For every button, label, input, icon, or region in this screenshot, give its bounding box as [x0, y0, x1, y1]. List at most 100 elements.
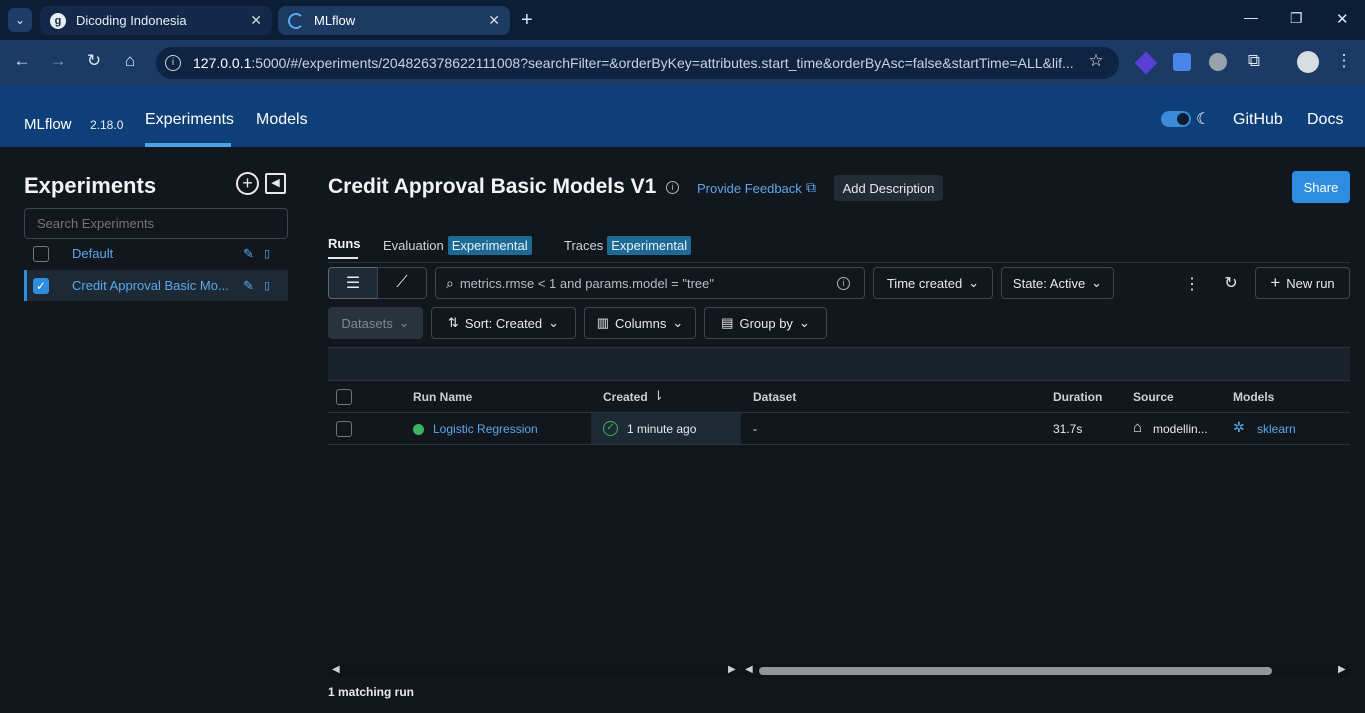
site-info-icon[interactable]: i	[165, 55, 181, 71]
runs-search-input[interactable]: metrics.rmse < 1 and params.model = "tre…	[460, 276, 831, 291]
forward-arrow-icon[interactable]: →	[46, 51, 70, 71]
tab-title: MLflow	[314, 13, 356, 28]
list-icon: ☰	[345, 275, 361, 292]
info-icon[interactable]: i	[837, 276, 850, 290]
bookmark-star-icon[interactable]: ☆	[1084, 51, 1108, 71]
dropdown-label: Sort: Created	[464, 315, 543, 331]
nav-models[interactable]: Models	[256, 111, 308, 129]
edit-pencil-icon[interactable]: ✎	[243, 278, 254, 294]
column-header-duration[interactable]: Duration	[1053, 390, 1102, 404]
tab-evaluation[interactable]: Evaluation Experimental	[383, 236, 532, 255]
plus-icon: +	[1270, 273, 1281, 292]
delete-icon[interactable]: ▯	[264, 247, 270, 260]
collapse-sidebar-icon[interactable]: ◀	[265, 173, 286, 194]
column-header-run-name[interactable]: Run Name	[413, 390, 472, 404]
horizontal-scrollbar-left[interactable]: ◀ ▶	[328, 664, 740, 678]
model-link[interactable]: sklearn	[1257, 422, 1296, 436]
run-name-link[interactable]: Logistic Regression	[433, 422, 538, 436]
search-experiments-input[interactable]	[24, 208, 288, 239]
dark-mode-toggle[interactable]	[1161, 111, 1191, 127]
new-run-button[interactable]: + New run	[1255, 267, 1350, 299]
column-header-source[interactable]: Source	[1133, 390, 1174, 404]
dicoding-favicon-icon: g	[50, 12, 66, 29]
profile-avatar[interactable]	[1297, 51, 1319, 73]
reload-icon[interactable]: ↻	[82, 51, 106, 71]
experiment-checkbox[interactable]: ✓	[33, 277, 49, 294]
window-close-button[interactable]: ✕	[1336, 10, 1349, 28]
address-bar[interactable]: i 127.0.0.1:5000/#/experiments/204826378…	[156, 47, 1119, 79]
horizontal-scrollbar-right[interactable]: ◀ ▶	[742, 664, 1350, 678]
dropdown-label: State: Active	[1012, 275, 1086, 291]
more-options-icon[interactable]: ⋮	[1184, 274, 1200, 294]
mlflow-header: MLflow 2.18.0 Experiments Models ☾ GitHu…	[0, 86, 1365, 147]
experiment-name[interactable]: Default	[72, 246, 243, 261]
chevron-down-icon: ⌄	[1091, 275, 1103, 290]
state-filter-dropdown[interactable]: State: Active ⌄	[1001, 267, 1114, 299]
create-experiment-icon[interactable]: +	[236, 172, 259, 195]
scroll-right-icon[interactable]: ▶	[728, 664, 736, 675]
tab-traces[interactable]: Traces Experimental	[564, 236, 692, 255]
new-tab-button[interactable]: +	[521, 9, 533, 32]
url-host: 127.0.0.1	[193, 55, 252, 71]
scrollbar-thumb[interactable]	[759, 667, 1272, 675]
experiment-checkbox[interactable]	[33, 245, 49, 262]
delete-icon[interactable]: ▯	[264, 279, 270, 292]
provide-feedback-link[interactable]: Provide Feedback	[697, 181, 802, 196]
menu-kebab-icon[interactable]: ⋮	[1332, 51, 1356, 71]
row-checkbox[interactable]	[336, 421, 352, 437]
docs-link[interactable]: Docs	[1307, 111, 1343, 129]
tab-search-button[interactable]: ⌄	[8, 8, 32, 32]
extensions-puzzle-icon[interactable]: ⧉	[1242, 51, 1266, 71]
table-view-button[interactable]: ☰	[328, 267, 378, 299]
column-header-created[interactable]: Created	[603, 390, 648, 404]
group-by-dropdown[interactable]: ▤ Group by ⌄	[704, 307, 827, 339]
chevron-down-icon: ⌄	[672, 315, 684, 330]
columns-dropdown[interactable]: ▥ Columns ⌄	[584, 307, 696, 339]
translate-extension-icon[interactable]	[1173, 53, 1191, 71]
experiment-item-credit-approval[interactable]: ✓ Credit Approval Basic Mo... ✎ ▯	[24, 270, 288, 301]
tab-runs[interactable]: Runs	[328, 236, 361, 251]
home-icon[interactable]: ⌂	[118, 51, 142, 71]
time-created-dropdown[interactable]: Time created ⌄	[873, 267, 993, 299]
extension-icon[interactable]	[1209, 53, 1227, 71]
chart-view-button[interactable]: ⟋	[377, 267, 427, 299]
sort-desc-icon[interactable]: ⇂	[653, 388, 664, 404]
runs-search-box[interactable]: ⌕ metrics.rmse < 1 and params.model = "t…	[435, 267, 865, 299]
back-arrow-icon[interactable]: ←	[10, 51, 34, 71]
sort-dropdown[interactable]: ⇅ Sort: Created ⌄	[431, 307, 576, 339]
minimize-button[interactable]: —	[1244, 9, 1258, 25]
tabs-divider	[328, 262, 1350, 263]
tab-close-icon[interactable]: ✕	[250, 12, 262, 29]
dropdown-label: Datasets	[341, 315, 393, 331]
tab-mlflow[interactable]: MLflow ✕	[278, 6, 510, 35]
dropdown-label: Time created	[886, 275, 963, 291]
group-icon: ▤	[721, 315, 734, 330]
scroll-left-icon[interactable]: ◀	[745, 664, 753, 675]
extension-icon[interactable]	[1134, 51, 1158, 75]
refresh-button[interactable]: ↻	[1215, 267, 1247, 299]
mlflow-logo[interactable]: MLflow	[24, 116, 72, 133]
source-value[interactable]: modellin...	[1153, 422, 1208, 436]
model-icon: ✲	[1233, 419, 1245, 435]
chevron-down-icon: ⌄	[398, 315, 410, 330]
scroll-right-icon[interactable]: ▶	[1338, 664, 1346, 675]
add-description-button[interactable]: Add Description	[834, 175, 943, 201]
column-header-models[interactable]: Models	[1233, 390, 1274, 404]
tab-close-icon[interactable]: ✕	[488, 12, 500, 29]
column-header-dataset[interactable]: Dataset	[753, 390, 796, 404]
edit-pencil-icon[interactable]: ✎	[243, 246, 254, 262]
duration-value: 31.7s	[1053, 422, 1083, 436]
experimental-badge: Experimental	[447, 236, 532, 255]
dropdown-label: Group by	[739, 315, 793, 331]
share-button[interactable]: Share	[1292, 171, 1350, 203]
datasets-dropdown[interactable]: Datasets ⌄	[328, 307, 423, 339]
info-icon[interactable]: i	[666, 181, 679, 194]
experiment-item-default[interactable]: Default ✎ ▯	[24, 238, 288, 269]
nav-experiments[interactable]: Experiments	[145, 111, 234, 129]
restore-button[interactable]: ❐	[1290, 10, 1303, 27]
github-link[interactable]: GitHub	[1233, 111, 1283, 129]
tab-dicoding[interactable]: g Dicoding Indonesia ✕	[40, 6, 272, 35]
scroll-left-icon[interactable]: ◀	[332, 664, 340, 675]
select-all-checkbox[interactable]	[336, 389, 352, 405]
experiment-name[interactable]: Credit Approval Basic Mo...	[72, 278, 235, 293]
